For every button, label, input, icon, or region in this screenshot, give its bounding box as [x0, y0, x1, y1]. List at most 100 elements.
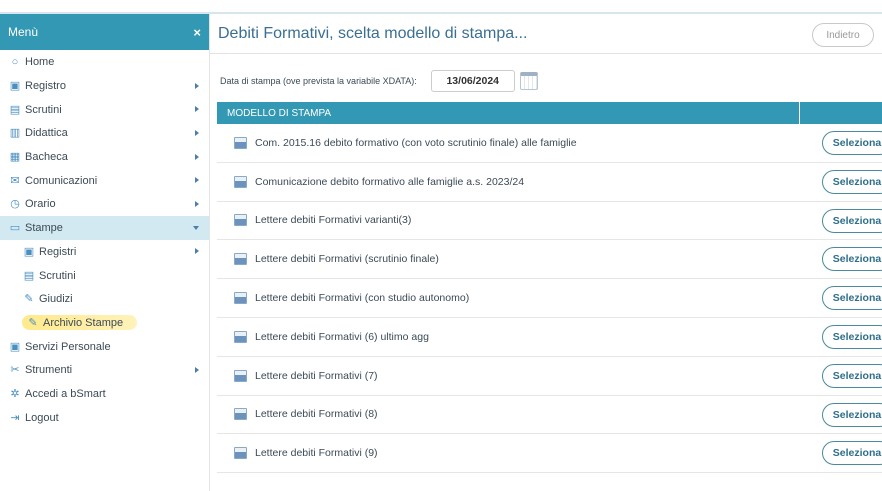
template-name: Lettere debiti Formativi (con studio aut… — [255, 292, 470, 305]
calendar-check-icon: ▣ — [9, 340, 21, 353]
home-icon: ○ — [11, 55, 19, 68]
sidebar-item-label: Servizi Personale — [25, 340, 111, 353]
sidebar-item-scrutini[interactable]: ▤ Scrutini — [0, 263, 209, 287]
select-button[interactable]: Seleziona — [822, 286, 882, 311]
print-date-row: Data di stampa (ove prevista la variabil… — [220, 70, 538, 92]
document-template-icon — [234, 369, 247, 382]
sidebar-item-label: Stampe — [25, 222, 63, 235]
sidebar-item-accedi-a-bsmart[interactable]: ✲ Accedi a bSmart — [0, 382, 209, 406]
select-button[interactable]: Seleziona — [822, 402, 882, 427]
document-template-icon — [234, 214, 247, 227]
sidebar-item-archivio-stampe[interactable]: ✎ Archivio Stampe — [0, 311, 209, 335]
table-row: Lettere debiti Formativi (con studio aut… — [217, 279, 882, 318]
sidebar-item-content: ✉ Comunicazioni — [8, 174, 97, 187]
sidebar-item-label: Logout — [25, 411, 59, 424]
document-template-icon — [234, 292, 247, 305]
select-button[interactable]: Seleziona — [822, 441, 882, 466]
sidebar-item-orario[interactable]: ◷ Orario — [0, 192, 209, 216]
document-template-icon — [234, 447, 247, 460]
sidebar-item-content: ▭ Stampe — [8, 221, 63, 234]
template-name: Lettere debiti Formativi (7) — [255, 369, 378, 382]
select-button[interactable]: Seleziona — [822, 131, 882, 155]
board-icon: ▦ — [9, 151, 21, 164]
sidebar-item-content: ✂ Strumenti — [8, 363, 72, 376]
select-button[interactable]: Seleziona — [822, 169, 882, 194]
calendar-icon: ▣ — [23, 245, 35, 258]
sidebar-item-logout[interactable]: ⇥ Logout — [0, 405, 209, 429]
chevron-right-icon — [195, 366, 199, 373]
menu-title: Menù — [8, 25, 39, 39]
print-date-input[interactable]: 13/06/2024 — [430, 70, 515, 92]
back-button[interactable]: Indietro — [812, 23, 874, 47]
sidebar-item-content: ▤ Scrutini — [22, 269, 76, 282]
document-icon: ▤ — [9, 103, 21, 116]
chevron-right-icon — [195, 129, 199, 136]
select-button[interactable]: Seleziona — [822, 247, 882, 272]
chevron-right-icon — [195, 153, 199, 160]
templates-table: MODELLO DI STAMPA Com. 2015.16 debito fo… — [217, 102, 882, 474]
sidebar-item-label: Accedi a bSmart — [25, 387, 106, 400]
document-template-icon — [234, 330, 247, 343]
main-content: Debiti Formativi, scelta modello di stam… — [210, 14, 882, 491]
chevron-right-icon — [195, 82, 199, 89]
print-icon: ▭ — [9, 222, 21, 235]
sidebar-item-content: ▥ Didattica — [8, 126, 68, 139]
table-row: Lettere debiti Formativi (6) ultimo agg S… — [217, 318, 882, 357]
sidebar-item-giudizi[interactable]: ✎ Giudizi — [0, 287, 209, 311]
table-row: Lettere debiti Formativi (scrutinio fina… — [217, 240, 882, 280]
table-row: Lettere debiti Formativi (7) Seleziona — [217, 357, 882, 396]
sidebar-item-content: ▤ Scrutini — [8, 103, 62, 116]
sidebar-item-label: Archivio Stampe — [43, 316, 124, 329]
sidebar-item-servizi-personale[interactable]: ▣ Servizi Personale — [0, 334, 209, 358]
chevron-right-icon — [195, 106, 199, 113]
menu-list: ○ Home ▣ Registro ▤ Scrutini ▥ Didattica ▦ Bachec… — [0, 50, 209, 429]
sidebar-item-bacheca[interactable]: ▦ Bacheca — [0, 145, 209, 169]
calendar-icon: ▣ — [9, 80, 21, 93]
sidebar-item-label: Strumenti — [25, 364, 73, 377]
template-name: Com. 2015.16 debito formativo (con voto … — [255, 136, 577, 149]
chevron-right-icon — [195, 177, 199, 184]
clock-icon: ◷ — [10, 198, 20, 211]
chevron-right-icon — [195, 200, 199, 207]
sidebar-item-home[interactable]: ○ Home — [0, 50, 209, 74]
sidebar-item-content: ▣ Registro — [8, 79, 66, 92]
table-row: Lettere debiti Formativi (8) Seleziona — [217, 396, 882, 435]
sidebar-item-registri[interactable]: ▣ Registri — [0, 240, 209, 264]
page-title: Debiti Formativi, scelta modello di stam… — [218, 24, 528, 42]
sidebar-item-strumenti[interactable]: ✂ Strumenti — [0, 358, 209, 382]
edit-icon: ✎ — [24, 293, 34, 306]
sidebar-item-content: ✲ Accedi a bSmart — [8, 387, 106, 400]
template-name: Lettere debiti Formativi (8) — [255, 408, 378, 421]
link-icon: ✲ — [10, 387, 20, 400]
sidebar-item-scrutini[interactable]: ▤ Scrutini — [0, 97, 209, 121]
select-button[interactable]: Seleziona — [822, 324, 882, 349]
template-name: Lettere debiti Formativi varianti(3) — [255, 214, 412, 227]
sidebar-item-registro[interactable]: ▣ Registro — [0, 74, 209, 98]
template-name: Lettere debiti Formativi (9) — [255, 447, 378, 460]
sidebar-item-label: Registro — [25, 80, 66, 93]
menu-header: Menù × — [0, 14, 209, 50]
column-header-model: MODELLO DI STAMPA — [217, 102, 800, 124]
table-body: Com. 2015.16 debito formativo (con voto … — [217, 124, 882, 474]
sidebar-item-label: Comunicazioni — [25, 174, 98, 187]
sidebar-item-content: ▣ Registri — [22, 245, 77, 258]
sidebar-item-content: ⇥ Logout — [8, 411, 59, 424]
megaphone-icon: ✉ — [10, 174, 20, 187]
sidebar-item-stampe[interactable]: ▭ Stampe — [0, 215, 209, 240]
tools-icon: ✂ — [10, 364, 20, 377]
document-template-icon — [234, 136, 247, 149]
sidebar-item-didattica[interactable]: ▥ Didattica — [0, 121, 209, 145]
calendar-icon[interactable] — [519, 72, 538, 90]
sidebar-item-comunicazioni[interactable]: ✉ Comunicazioni — [0, 168, 209, 192]
close-icon[interactable]: × — [193, 25, 201, 40]
document-template-icon — [234, 175, 247, 188]
table-row: Com. 2015.16 debito formativo (con voto … — [217, 124, 882, 163]
select-button[interactable]: Seleziona — [822, 363, 882, 388]
select-button[interactable]: Seleziona — [822, 208, 882, 233]
template-name: Comunicazione debito formativo alle fami… — [255, 175, 525, 188]
sidebar-item-content: ○ Home — [8, 55, 55, 68]
title-bar: Debiti Formativi, scelta modello di stam… — [210, 14, 882, 54]
template-name: Lettere debiti Formativi (6) ultimo agg — [255, 330, 429, 343]
table-row: Comunicazione debito formativo alle fami… — [217, 163, 882, 202]
list-icon: ▤ — [23, 269, 35, 282]
